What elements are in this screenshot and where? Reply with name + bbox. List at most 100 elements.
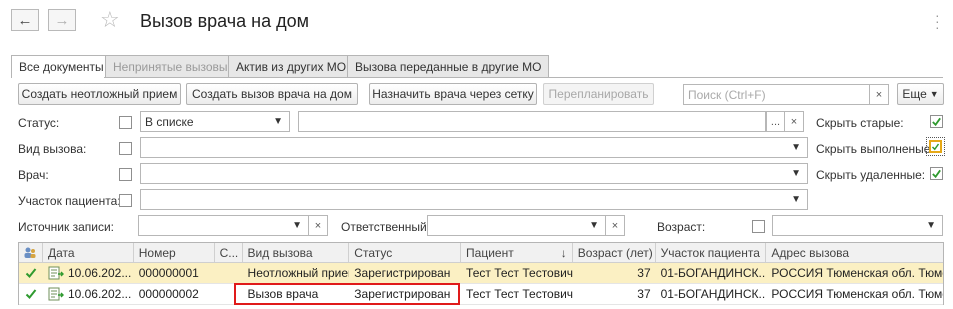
close-icon: × [790, 115, 798, 128]
tab-label: Актив из других МО [236, 59, 347, 74]
cell-call-type: Неотложный прием [247, 266, 350, 280]
age-checkbox[interactable] [752, 220, 765, 233]
column-patient-area[interactable]: Участок пациента [656, 243, 767, 262]
checkmark-icon [932, 169, 941, 178]
doctor-label: Врач: [18, 168, 49, 182]
cell-date-text: 10.06.202... [67, 287, 132, 301]
status-select-button[interactable]: ... [766, 111, 785, 132]
search-input[interactable]: Поиск (Ctrl+F) [683, 84, 870, 105]
close-icon: × [314, 219, 322, 232]
row-posted-marker [19, 263, 43, 283]
search-clear-button[interactable]: × [870, 84, 889, 105]
doctor-checkbox[interactable] [119, 168, 132, 181]
status-clear-button[interactable]: × [785, 111, 804, 132]
column-date[interactable]: Дата [43, 243, 134, 262]
tab-active-other-mo[interactable]: Актив из других МО [228, 55, 355, 77]
status-mode-value: В списке [145, 114, 194, 129]
checkmark-icon [932, 117, 941, 126]
more-label: Еще [902, 87, 927, 101]
reschedule-button[interactable]: Перепланировать [543, 83, 654, 105]
document-icon [48, 287, 64, 301]
column-address[interactable]: Адрес вызова [766, 243, 943, 262]
annotation-highlight-box [234, 283, 460, 305]
patient-area-select[interactable]: ▼ [140, 189, 808, 210]
cell-patient: Тест Тест Тестович [466, 287, 573, 301]
tab-all-documents[interactable]: Все документы [11, 55, 112, 78]
column-number[interactable]: Номер [134, 243, 215, 262]
responsible-select[interactable]: ▼ [427, 215, 606, 236]
assign-doctor-button[interactable]: Назначить врача через сетку [369, 83, 537, 105]
checkmark-icon [25, 268, 37, 278]
status-mode-select[interactable]: В списке ▼ [140, 111, 290, 132]
column-status[interactable]: Статус [349, 243, 462, 262]
cell-date: 10.06.202... [43, 284, 134, 304]
patient-area-label: Участок пациента: [18, 194, 121, 208]
column-call-type[interactable]: Вид вызова [243, 243, 350, 262]
more-button[interactable]: Еще ▼ [897, 83, 944, 105]
column-s[interactable]: С... [215, 243, 243, 262]
tab-unaccepted-calls[interactable]: Непринятые вызовы [105, 55, 236, 77]
column-patient[interactable]: Пациент ↓ [461, 243, 573, 262]
cell-address: РОССИЯ Тюменская обл. Тюмень [771, 287, 943, 301]
create-urgent-button[interactable]: Создать неотложный прием [18, 83, 181, 105]
page-title: Вызов врача на дом [140, 11, 309, 31]
status-filter-checkbox[interactable] [119, 116, 132, 129]
column-age[interactable]: Возраст (лет) [573, 243, 656, 262]
hide-old-checkbox[interactable] [930, 115, 943, 128]
chevron-down-icon: ▼ [292, 220, 302, 231]
patient-area-checkbox[interactable] [119, 194, 132, 207]
cell-patient-area: 01-БОГАНДИНСК... [660, 266, 767, 280]
chevron-down-icon: ▼ [791, 168, 801, 179]
sort-down-icon: ↓ [560, 245, 567, 260]
create-home-call-button[interactable]: Создать вызов врача на дом [186, 83, 358, 105]
people-icon [24, 247, 36, 258]
arrow-right-icon: → [54, 11, 70, 29]
forward-button[interactable]: → [48, 9, 76, 31]
hide-done-checkbox[interactable] [929, 140, 942, 153]
table-header: Дата Номер С... Вид вызова Статус Пациен… [19, 243, 943, 263]
document-icon [48, 266, 64, 280]
cell-date: 10.06.202... [43, 263, 134, 283]
doctor-select[interactable]: ▼ [140, 163, 808, 184]
close-icon: × [875, 88, 883, 101]
favorite-star-icon[interactable]: ☆ [100, 9, 120, 31]
chevron-down-icon: ▼ [929, 89, 939, 99]
responsible-clear-button[interactable]: × [606, 215, 625, 236]
table-row[interactable]: 10.06.202... 000000001 Неотложный прием … [19, 263, 943, 284]
cell-s [215, 263, 243, 283]
age-select[interactable]: ▼ [772, 215, 943, 236]
hide-done-focus [926, 137, 945, 156]
hide-deleted-checkbox[interactable] [930, 167, 943, 180]
chevron-down-icon: ▼ [589, 220, 599, 231]
status-label: Статус: [18, 116, 60, 130]
call-type-select[interactable]: ▼ [140, 137, 808, 158]
column-patient-label: Пациент [466, 245, 514, 260]
cell-number: 000000001 [138, 266, 199, 280]
status-value-input[interactable] [298, 111, 766, 132]
source-clear-button[interactable]: × [309, 215, 328, 236]
checkmark-icon [931, 143, 940, 150]
column-icon-header[interactable] [19, 243, 43, 262]
source-select[interactable]: ▼ [138, 215, 309, 236]
hide-done-label: Скрыть выполненые: [816, 142, 934, 156]
cell-patient-area: 01-БОГАНДИНСК... [660, 287, 767, 301]
back-button[interactable]: ← [11, 9, 39, 31]
cell-number: 000000002 [138, 287, 199, 301]
search-placeholder: Поиск (Ctrl+F) [688, 87, 766, 102]
tab-label: Вызова переданные в другие МО [355, 59, 542, 74]
call-type-checkbox[interactable] [119, 142, 132, 155]
cell-status: Зарегистрирован [354, 266, 451, 280]
documents-table: Дата Номер С... Вид вызова Статус Пациен… [18, 242, 944, 305]
cell-age: 37 [637, 287, 651, 301]
checkmark-icon [25, 289, 37, 299]
tab-transferred-other-mo[interactable]: Вызова переданные в другие МО [347, 55, 550, 77]
cell-address: РОССИЯ Тюменская обл. Тюмень [771, 266, 943, 280]
tab-divider [11, 77, 943, 78]
more-menu-icon[interactable]: · · · [935, 8, 940, 34]
responsible-label: Ответственный: [341, 220, 431, 234]
tab-label: Все документы [19, 60, 104, 74]
hide-deleted-label: Скрыть удаленные: [816, 168, 926, 182]
hide-old-label: Скрыть старые: [816, 116, 904, 130]
call-type-label: Вид вызова: [18, 142, 87, 156]
table-row[interactable]: 10.06.202... 000000002 Вызов врача Зарег… [19, 284, 943, 305]
